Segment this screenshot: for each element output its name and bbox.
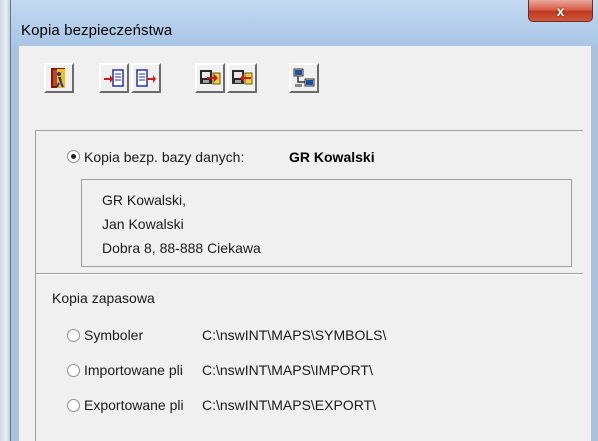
exported-files-label: Exportowane pli — [84, 397, 184, 413]
window-title: Kopia bezpieczeństwa — [21, 22, 173, 39]
exported-files-path: C:\nswINT\MAPS\EXPORT\ — [202, 397, 376, 413]
imported-files-label: Importowane pli — [84, 362, 183, 378]
export-icon — [200, 70, 221, 85]
section-divider — [36, 273, 583, 275]
imported-files-path: C:\nswINT\MAPS\IMPORT\ — [202, 362, 373, 378]
database-name: GR Kowalski — [289, 149, 375, 165]
symboler-path: C:\nswINT\MAPS\SYMBOLS\ — [202, 327, 387, 343]
address-line-1: GR Kowalski, — [102, 192, 187, 208]
imported-files-radio[interactable] — [67, 364, 80, 377]
close-button[interactable]: x — [528, 0, 593, 22]
exported-files-radio[interactable] — [67, 399, 80, 412]
backup-to-disk-icon — [104, 69, 124, 87]
backup-button[interactable] — [99, 63, 129, 93]
close-icon: x — [556, 2, 565, 19]
symboler-label: Symboler — [84, 327, 144, 343]
restore-from-disk-icon — [136, 69, 156, 87]
export-button[interactable] — [195, 63, 225, 93]
address-line-3: Dobra 8, 88-888 Ciekawa — [102, 240, 261, 256]
title-bar[interactable]: Kopia bezpieczeństwa x — [11, 0, 598, 46]
network-button[interactable] — [289, 63, 319, 93]
backup-dialog: Kopia bezpieczeństwa x Kopia bezp. bazy … — [10, 0, 598, 441]
background-window-edge — [0, 0, 10, 441]
backup-options-panel — [35, 130, 583, 441]
backup-copy-heading: Kopia zapasowa — [52, 290, 155, 306]
toolbar — [19, 46, 591, 112]
exit-button[interactable] — [44, 63, 74, 93]
database-address-box: GR Kowalski, Jan Kowalski Dobra 8, 88-88… — [81, 179, 572, 267]
address-line-2: Jan Kowalski — [102, 216, 184, 232]
import-icon — [232, 70, 253, 85]
import-button[interactable] — [227, 63, 257, 93]
exit-door-icon — [51, 68, 65, 88]
radio-selected-dot — [71, 154, 76, 159]
symboler-radio[interactable] — [67, 329, 80, 342]
restore-button[interactable] — [131, 63, 161, 93]
database-backup-radio[interactable] — [67, 150, 80, 163]
dialog-client-area: Kopia bezp. bazy danych: GR Kowalski GR … — [19, 46, 591, 441]
network-computers-icon — [293, 68, 315, 87]
database-backup-label: Kopia bezp. bazy danych: — [84, 149, 245, 165]
